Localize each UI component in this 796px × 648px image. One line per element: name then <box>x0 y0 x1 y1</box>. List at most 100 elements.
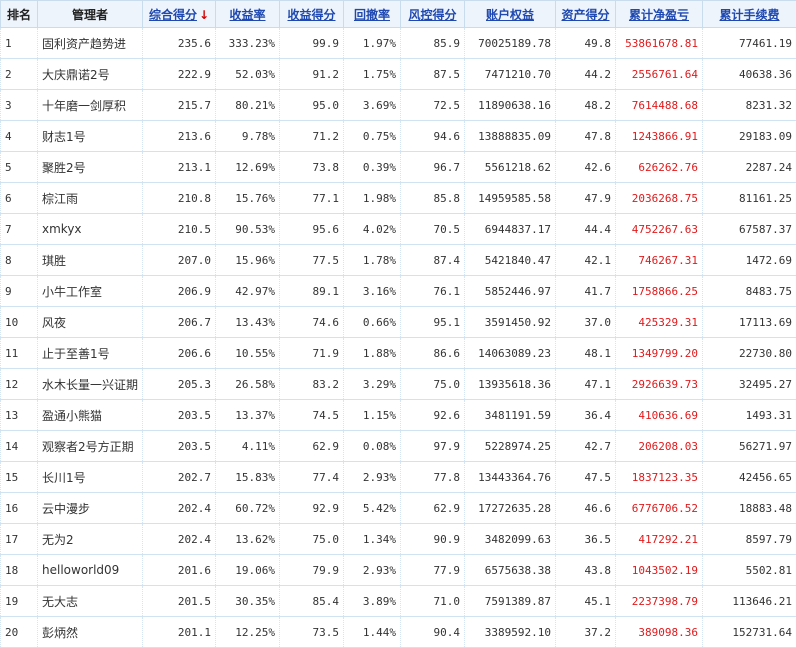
return-rate-cell: 42.97% <box>216 276 280 307</box>
equity-cell: 13443364.76 <box>465 462 556 493</box>
net-profit-cell: 4752267.63 <box>616 214 703 245</box>
total-score-cell: 205.3 <box>143 369 216 400</box>
rank-cell: 7 <box>1 214 38 245</box>
equity-cell: 17272635.28 <box>465 493 556 524</box>
return-score-cell: 91.2 <box>280 59 344 90</box>
return-rate-cell: 30.35% <box>216 586 280 617</box>
header-label: 综合得分 <box>149 8 197 22</box>
total-score-cell: 202.4 <box>143 524 216 555</box>
total-score-cell: 202.7 <box>143 462 216 493</box>
fees-cell: 81161.25 <box>703 183 796 214</box>
risk-score-cell: 96.7 <box>401 152 465 183</box>
return-score-cell: 73.8 <box>280 152 344 183</box>
header-row: 排名 管理者 综合得分↓ 收益率 收益得分 回撤率 风控得分 账户权益 资产得分… <box>1 1 796 28</box>
sort-header-net-profit[interactable]: 累计净盈亏 <box>616 1 703 28</box>
return-rate-cell: 15.96% <box>216 245 280 276</box>
table-row: 6棕江雨210.815.76%77.11.98%85.814959585.584… <box>1 183 796 214</box>
table-row: 10风夜206.713.43%74.60.66%95.13591450.9237… <box>1 307 796 338</box>
fees-cell: 29183.09 <box>703 121 796 152</box>
net-profit-cell: 626262.76 <box>616 152 703 183</box>
manager-name: 琪胜 <box>38 245 143 276</box>
sort-header-asset-score[interactable]: 资产得分 <box>556 1 616 28</box>
column-header-manager: 管理者 <box>38 1 143 28</box>
manager-name: 云中漫步 <box>38 493 143 524</box>
table-row: 3十年磨一剑厚积215.780.21%95.03.69%72.511890638… <box>1 90 796 121</box>
manager-name: 聚胜2号 <box>38 152 143 183</box>
table-row: 17无为2202.413.62%75.01.34%90.93482099.633… <box>1 524 796 555</box>
total-score-cell: 213.1 <box>143 152 216 183</box>
sort-header-return-score[interactable]: 收益得分 <box>280 1 344 28</box>
equity-cell: 13935618.36 <box>465 369 556 400</box>
total-score-cell: 201.6 <box>143 555 216 586</box>
table-row: 2大庆鼎诺2号222.952.03%91.21.75%87.57471210.7… <box>1 59 796 90</box>
drawdown-cell: 0.08% <box>344 431 401 462</box>
equity-cell: 7471210.70 <box>465 59 556 90</box>
return-rate-cell: 13.43% <box>216 307 280 338</box>
asset-score-cell: 42.7 <box>556 431 616 462</box>
sort-header-drawdown[interactable]: 回撤率 <box>344 1 401 28</box>
manager-name: 观察者2号方正期 <box>38 431 143 462</box>
rank-cell: 20 <box>1 617 38 648</box>
manager-name: 十年磨一剑厚积 <box>38 90 143 121</box>
net-profit-cell: 746267.31 <box>616 245 703 276</box>
fees-cell: 5502.81 <box>703 555 796 586</box>
drawdown-cell: 0.75% <box>344 121 401 152</box>
return-rate-cell: 90.53% <box>216 214 280 245</box>
net-profit-cell: 389098.36 <box>616 617 703 648</box>
sort-header-fees[interactable]: 累计手续费 <box>703 1 796 28</box>
return-score-cell: 83.2 <box>280 369 344 400</box>
return-score-cell: 92.9 <box>280 493 344 524</box>
rank-cell: 12 <box>1 369 38 400</box>
rank-cell: 6 <box>1 183 38 214</box>
equity-cell: 14063089.23 <box>465 338 556 369</box>
rank-cell: 18 <box>1 555 38 586</box>
return-rate-cell: 9.78% <box>216 121 280 152</box>
net-profit-cell: 425329.31 <box>616 307 703 338</box>
return-rate-cell: 4.11% <box>216 431 280 462</box>
sort-header-total-score[interactable]: 综合得分↓ <box>143 1 216 28</box>
fees-cell: 152731.64 <box>703 617 796 648</box>
total-score-cell: 210.5 <box>143 214 216 245</box>
net-profit-cell: 2036268.75 <box>616 183 703 214</box>
return-rate-cell: 26.58% <box>216 369 280 400</box>
equity-cell: 70025189.78 <box>465 28 556 59</box>
equity-cell: 6575638.38 <box>465 555 556 586</box>
equity-cell: 3389592.10 <box>465 617 556 648</box>
total-score-cell: 201.1 <box>143 617 216 648</box>
net-profit-cell: 6776706.52 <box>616 493 703 524</box>
risk-score-cell: 77.9 <box>401 555 465 586</box>
drawdown-cell: 3.69% <box>344 90 401 121</box>
risk-score-cell: 90.4 <box>401 617 465 648</box>
table-row: 7xmkyx210.590.53%95.64.02%70.56944837.17… <box>1 214 796 245</box>
ranking-table: 排名 管理者 综合得分↓ 收益率 收益得分 回撤率 风控得分 账户权益 资产得分… <box>0 0 796 648</box>
table-row: 19无大志201.530.35%85.43.89%71.07591389.874… <box>1 586 796 617</box>
net-profit-cell: 1837123.35 <box>616 462 703 493</box>
table-row: 12水木长量一兴证期205.326.58%83.23.29%75.0139356… <box>1 369 796 400</box>
table-row: 16云中漫步202.460.72%92.95.42%62.917272635.2… <box>1 493 796 524</box>
drawdown-cell: 3.89% <box>344 586 401 617</box>
sort-header-return-rate[interactable]: 收益率 <box>216 1 280 28</box>
drawdown-cell: 1.44% <box>344 617 401 648</box>
sort-header-risk-score[interactable]: 风控得分 <box>401 1 465 28</box>
return-score-cell: 89.1 <box>280 276 344 307</box>
manager-name: 小牛工作室 <box>38 276 143 307</box>
asset-score-cell: 44.4 <box>556 214 616 245</box>
net-profit-cell: 410636.69 <box>616 400 703 431</box>
fees-cell: 56271.97 <box>703 431 796 462</box>
rank-cell: 17 <box>1 524 38 555</box>
equity-cell: 11890638.16 <box>465 90 556 121</box>
manager-name: 止于至善1号 <box>38 338 143 369</box>
fees-cell: 40638.36 <box>703 59 796 90</box>
total-score-cell: 206.6 <box>143 338 216 369</box>
table-row: 4财志1号213.69.78%71.20.75%94.613888835.094… <box>1 121 796 152</box>
asset-score-cell: 41.7 <box>556 276 616 307</box>
total-score-cell: 207.0 <box>143 245 216 276</box>
return-rate-cell: 15.76% <box>216 183 280 214</box>
asset-score-cell: 49.8 <box>556 28 616 59</box>
sort-header-equity[interactable]: 账户权益 <box>465 1 556 28</box>
risk-score-cell: 85.8 <box>401 183 465 214</box>
return-rate-cell: 52.03% <box>216 59 280 90</box>
rank-cell: 4 <box>1 121 38 152</box>
total-score-cell: 202.4 <box>143 493 216 524</box>
net-profit-cell: 1243866.91 <box>616 121 703 152</box>
